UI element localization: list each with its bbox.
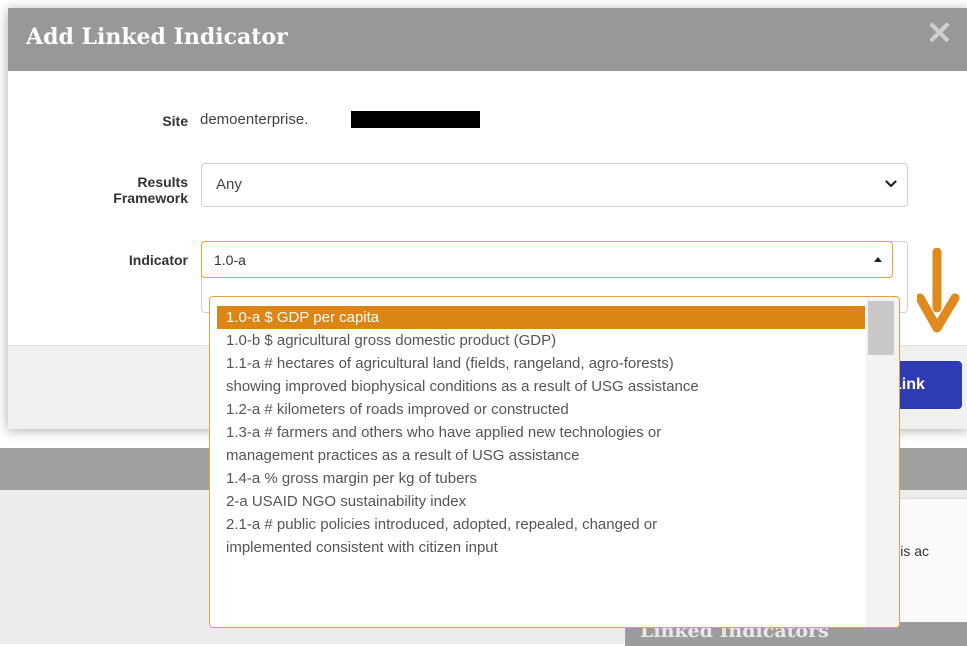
- indicator-option[interactable]: 1.1-a # hectares of agricultural land (f…: [217, 352, 865, 398]
- site-label: Site: [162, 113, 188, 129]
- indicator-search-input[interactable]: 1.0-a: [201, 241, 893, 278]
- indicator-option-line: 2-a USAID NGO sustainability index: [226, 493, 467, 510]
- results-framework-value: Any: [216, 176, 242, 193]
- indicator-option-line: 1.1-a # hectares of agricultural land (f…: [226, 355, 674, 372]
- indicator-option[interactable]: 1.3-a # farmers and others who have appl…: [217, 421, 865, 467]
- results-framework-label: Results Framework: [88, 174, 188, 206]
- indicator-label: Indicator: [128, 252, 188, 268]
- modal-title: Add Linked Indicator: [26, 24, 288, 50]
- indicator-option-line: 1.2-a # kilometers of roads improved or …: [226, 401, 569, 418]
- chevron-down-icon: [885, 180, 897, 188]
- indicator-option-line: 1.0-a $ GDP per capita: [226, 309, 380, 326]
- caret-up-icon[interactable]: [874, 257, 882, 262]
- results-framework-select[interactable]: Any: [201, 163, 908, 207]
- results-framework-label-line2: Framework: [113, 190, 188, 206]
- indicator-option[interactable]: 1.0-a $ GDP per capita: [217, 306, 865, 329]
- indicator-option[interactable]: 1.4-a % gross margin per kg of tubers: [217, 467, 865, 490]
- indicator-option-line: management practices as a result of USG …: [226, 447, 580, 464]
- indicator-option-line: 2.1-a # public policies introduced, adop…: [226, 516, 658, 533]
- indicator-option-line: 1.4-a % gross margin per kg of tubers: [226, 470, 477, 487]
- redacted-site-suffix: [351, 111, 480, 128]
- indicator-option[interactable]: 1.2-a # kilometers of roads improved or …: [217, 398, 865, 421]
- indicator-dropdown: 1.0-a $ GDP per capita 1.0-b $ agricultur…: [209, 296, 900, 628]
- scrollbar-thumb[interactable]: [868, 301, 894, 355]
- indicator-option[interactable]: 2.1-a # public policies introduced, adop…: [217, 513, 865, 559]
- dropdown-scrollbar[interactable]: [866, 297, 899, 627]
- indicator-option-line: implemented consistent with citizen inpu…: [226, 539, 498, 556]
- indicator-option[interactable]: 2-a USAID NGO sustainability index: [217, 490, 865, 513]
- indicator-options-list: 1.0-a $ GDP per capita 1.0-b $ agricultur…: [217, 306, 865, 559]
- site-value: demoenterprise.: [200, 111, 309, 128]
- indicator-option[interactable]: 1.0-b $ agricultural gross domestic prod…: [217, 329, 865, 352]
- results-framework-label-line1: Results: [137, 174, 188, 190]
- indicator-option-line: showing improved biophysical conditions …: [226, 378, 699, 395]
- close-icon[interactable]: ✕: [926, 17, 953, 49]
- indicator-search-value: 1.0-a: [214, 252, 246, 268]
- indicator-option-line: 1.0-b $ agricultural gross domestic prod…: [226, 332, 557, 349]
- down-arrow-icon: [917, 248, 960, 333]
- modal-header: Add Linked Indicator ✕: [8, 8, 967, 71]
- indicator-option-line: 1.3-a # farmers and others who have appl…: [226, 424, 662, 441]
